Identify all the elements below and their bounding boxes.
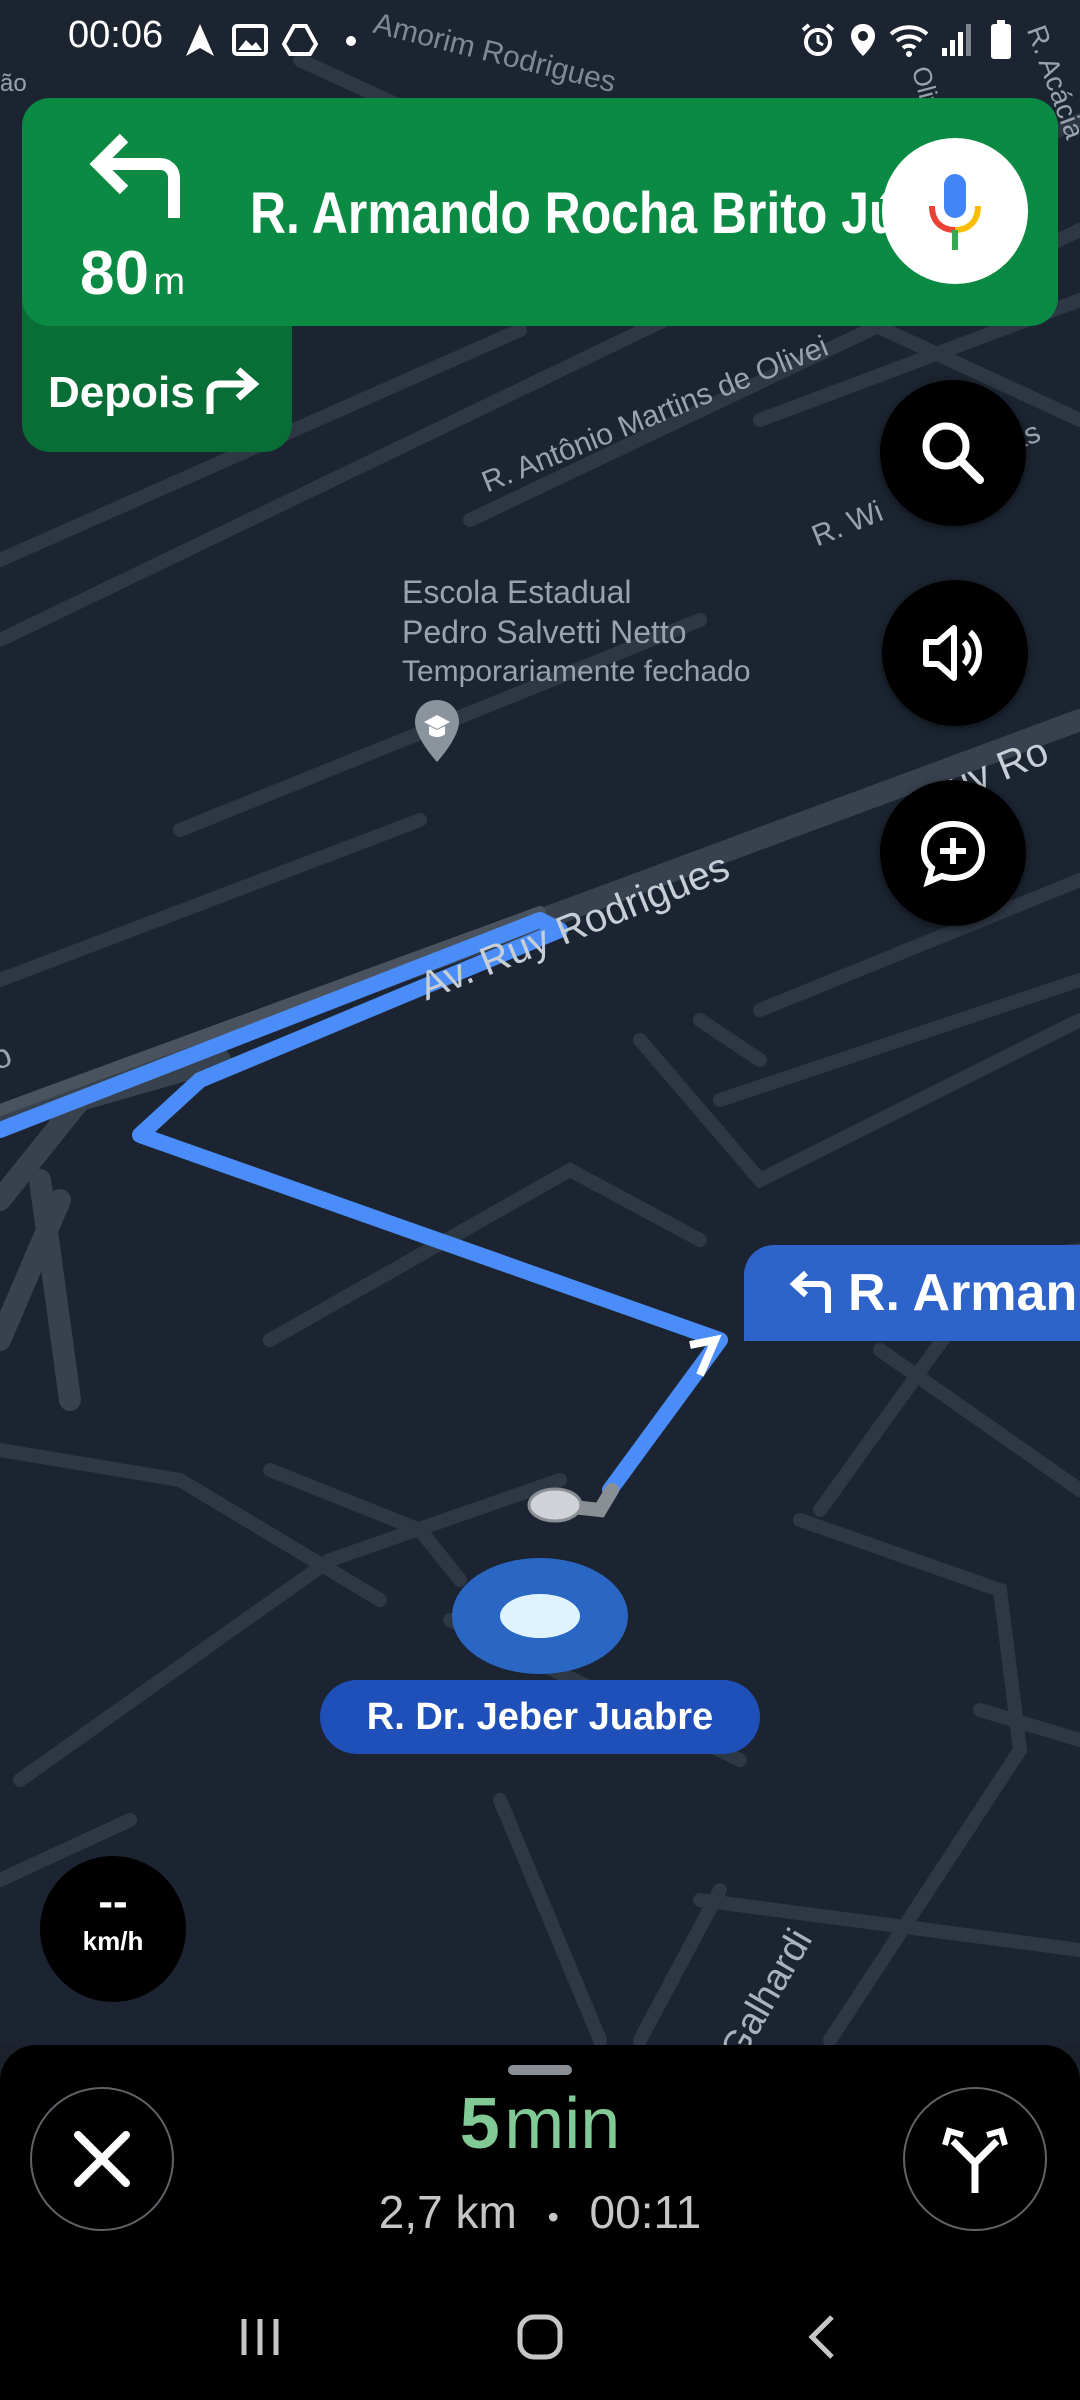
turn-left-icon (789, 1270, 831, 1313)
alternate-routes-button[interactable] (903, 2087, 1047, 2231)
volume-icon (923, 625, 982, 681)
school-pin-icon (415, 700, 459, 762)
callout-pointer (744, 1320, 766, 1342)
poi-name-line2: Pedro Salvetti Netto (402, 614, 687, 650)
turn-left-icon (89, 133, 180, 218)
trip-duration: 5 min (459, 2084, 621, 2164)
speed-value: -- (98, 1877, 128, 1926)
system-navigation-bar (0, 2275, 1080, 2400)
dot-icon (346, 36, 356, 46)
status-bar: 00:06 (0, 0, 1080, 80)
alarm-icon (801, 23, 835, 56)
status-time: 00:06 (68, 14, 164, 56)
speed-unit: km/h (82, 1926, 144, 1956)
add-report-icon (920, 820, 986, 888)
battery-icon (991, 20, 1011, 59)
next-turn-label: Depois (48, 368, 195, 417)
poi-school[interactable]: Escola Estadual Pedro Salvetti Netto Tem… (402, 572, 751, 692)
home-icon[interactable] (510, 2307, 570, 2367)
trip-arrival: 00:11 (589, 2186, 702, 2238)
drive-icon (282, 24, 318, 56)
poi-name-line1: Escola Estadual (402, 574, 632, 610)
turn-distance: 80 m (80, 239, 186, 308)
recents-icon[interactable] (230, 2307, 290, 2367)
route-callout-text: R. Arman (848, 1264, 1078, 1322)
add-report-button[interactable] (880, 780, 1026, 926)
voice-search-button[interactable] (882, 138, 1028, 284)
google-mic-icon (929, 174, 981, 250)
trip-distance: 2,7 km (378, 2186, 517, 2238)
trip-details: 2,7 km • 00:11 (240, 2185, 840, 2239)
back-icon[interactable] (794, 2307, 854, 2367)
route-turn-callout[interactable]: R. Arman (744, 1245, 1080, 1341)
image-icon (232, 24, 268, 56)
search-icon (922, 422, 984, 484)
exit-navigation-button[interactable] (30, 2087, 174, 2231)
turn-right-icon (206, 367, 260, 414)
current-location-puck (452, 1558, 628, 1674)
navigation-instruction-card[interactable]: 80 m R. Armando Rocha Brito Júnior (22, 98, 1058, 326)
location-icon (851, 24, 875, 56)
navigation-arrow-icon (186, 24, 214, 56)
alternate-routes-icon (942, 2127, 1008, 2193)
trip-summary-sheet[interactable]: 5 min 2,7 km • 00:11 (0, 2045, 1080, 2275)
search-button[interactable] (880, 380, 1026, 526)
poi-status: Temporariamente fechado (402, 655, 751, 688)
signal-icon (942, 24, 971, 56)
sound-button[interactable] (882, 580, 1028, 726)
wifi-icon (889, 25, 929, 57)
sheet-handle[interactable] (508, 2065, 572, 2075)
current-street-label: R. Dr. Jeber Juabre (320, 1680, 760, 1754)
close-icon (74, 2131, 130, 2187)
speedometer: -- km/h (40, 1856, 186, 2002)
trip-separator: • (547, 2199, 559, 2235)
